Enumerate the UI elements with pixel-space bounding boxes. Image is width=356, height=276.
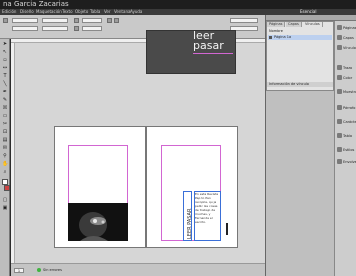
height-field[interactable] — [42, 26, 68, 31]
dock-table[interactable]: Tabla — [336, 131, 356, 141]
table-icon — [337, 133, 342, 138]
spine-title: LEER PASAR — [187, 208, 193, 239]
title-bar: na Garcia Zacarias — [0, 0, 356, 9]
tools-panel: ➤ ↖ ▫ ↔ T ╲ ✒ ✎ ☒ ▭ ✂ ⊡ ▤ ✉ ⚲ ✋ ⌕ ▢ ▣ — [0, 39, 10, 276]
x-field[interactable] — [12, 18, 38, 23]
free-transform-tool-icon[interactable]: ⊡ — [2, 129, 8, 135]
stroke-weight-field[interactable] — [230, 18, 258, 23]
pencil-tool-icon[interactable]: ✎ — [2, 97, 8, 103]
direct-selection-tool-icon[interactable]: ↖ — [2, 49, 8, 55]
eyedropper-tool-icon[interactable]: ⚲ — [2, 153, 8, 159]
line-tool-icon[interactable]: ╲ — [2, 81, 8, 87]
cover-accent-rule — [193, 53, 233, 54]
cover-image-frame[interactable]: leer pasar — [146, 30, 236, 74]
rectangle-tool-icon[interactable]: ▭ — [2, 113, 8, 119]
body-text-frame[interactable]: En esta Revista Pap to Pan recopila, qu … — [194, 191, 221, 241]
panel-column-header: Nombre — [269, 29, 283, 33]
layer-row[interactable]: Página 1a — [268, 35, 332, 40]
rotate-icon[interactable] — [74, 26, 79, 31]
panel-dock: Páginas Capas Vínculos Trazo Color Muest… — [334, 21, 356, 276]
dock-stroke[interactable]: Trazo — [336, 63, 356, 73]
preflight-ok-icon — [37, 268, 41, 272]
y-field[interactable] — [12, 26, 38, 31]
tab-links[interactable]: Vínculos — [303, 22, 323, 27]
vertical-text-frame[interactable]: LEER PASAR — [183, 191, 193, 241]
reference-point-icon[interactable] — [3, 18, 8, 23]
dock-styles[interactable]: Estilos — [336, 145, 356, 155]
scale-icon[interactable] — [74, 18, 79, 23]
scale-y-field[interactable] — [82, 26, 102, 31]
layers-icon — [337, 35, 342, 40]
text-cursor-marker — [226, 223, 228, 235]
type-tool-icon[interactable]: T — [2, 73, 8, 79]
links-icon — [337, 45, 342, 50]
layers-panel: Páginas Capas Vínculos Nombre Página 1a … — [266, 21, 334, 91]
select-container-icon[interactable] — [114, 18, 119, 23]
text-wrap-icon — [337, 159, 342, 164]
dock-paragraph[interactable]: Párrafo — [336, 103, 356, 113]
pages-icon — [337, 25, 342, 30]
page-right[interactable]: LEER PASAR En esta Revista Pap to Pan re… — [146, 126, 238, 248]
portrait-image — [79, 212, 108, 241]
rectangle-frame-tool-icon[interactable]: ☒ — [2, 105, 8, 111]
page-tool-icon[interactable]: ▫ — [2, 57, 8, 63]
page-number-field[interactable]: 1 — [14, 268, 24, 273]
cover-title-line2: pasar — [193, 39, 224, 52]
dock-text-wrap[interactable]: Envolvente — [336, 157, 356, 167]
width-field[interactable] — [42, 18, 68, 23]
dock-character[interactable]: Carácter — [336, 117, 356, 127]
window-title: na Garcia Zacarias — [3, 0, 69, 8]
gap-tool-icon[interactable]: ↔ — [2, 65, 8, 71]
flip-icon[interactable] — [107, 18, 112, 23]
vertical-ruler[interactable] — [11, 43, 15, 263]
page-left[interactable] — [54, 126, 146, 248]
swatches-icon — [337, 89, 342, 94]
zoom-tool-icon[interactable]: ⌕ — [2, 169, 8, 175]
note-tool-icon[interactable]: ✉ — [2, 145, 8, 151]
dock-links[interactable]: Vínculos — [336, 43, 356, 53]
pen-tool-icon[interactable]: ✒ — [2, 89, 8, 95]
preflight-status[interactable]: Sin errores — [43, 267, 62, 273]
dock-pages[interactable]: Páginas — [336, 23, 356, 33]
tab-layers[interactable]: Capas — [286, 22, 302, 27]
stroke-icon — [337, 65, 342, 70]
dock-color[interactable]: Color — [336, 73, 356, 83]
color-icon — [337, 75, 342, 80]
hand-tool-icon[interactable]: ✋ — [2, 161, 8, 167]
tab-pages[interactable]: Páginas — [267, 22, 286, 27]
link-info-header[interactable]: Información de vínculo — [267, 82, 333, 87]
gradient-tool-icon[interactable]: ▤ — [2, 137, 8, 143]
preview-mode-icon[interactable]: ▣ — [2, 205, 8, 211]
stroke-swatch-icon[interactable] — [4, 185, 10, 191]
scissors-tool-icon[interactable]: ✂ — [2, 121, 8, 127]
dock-layers[interactable]: Capas — [336, 33, 356, 43]
character-icon — [337, 119, 342, 124]
scale-x-field[interactable] — [82, 18, 102, 23]
selection-tool-icon[interactable]: ➤ — [2, 41, 8, 47]
body-text: En esta Revista Pap to Pan recopila, qu … — [195, 192, 219, 224]
normal-mode-icon[interactable]: ▢ — [2, 197, 8, 203]
photo-frame[interactable] — [68, 203, 128, 241]
layer-thumbnail-icon — [269, 36, 272, 39]
layer-name: Página 1a — [274, 35, 292, 39]
paragraph-icon — [337, 105, 342, 110]
styles-icon — [337, 147, 342, 152]
status-bar: 1 Sin errores — [11, 263, 265, 276]
dock-swatches[interactable]: Muestras — [336, 87, 356, 97]
right-panel-area: Páginas Capas Vínculos Nombre Página 1a … — [265, 15, 356, 276]
